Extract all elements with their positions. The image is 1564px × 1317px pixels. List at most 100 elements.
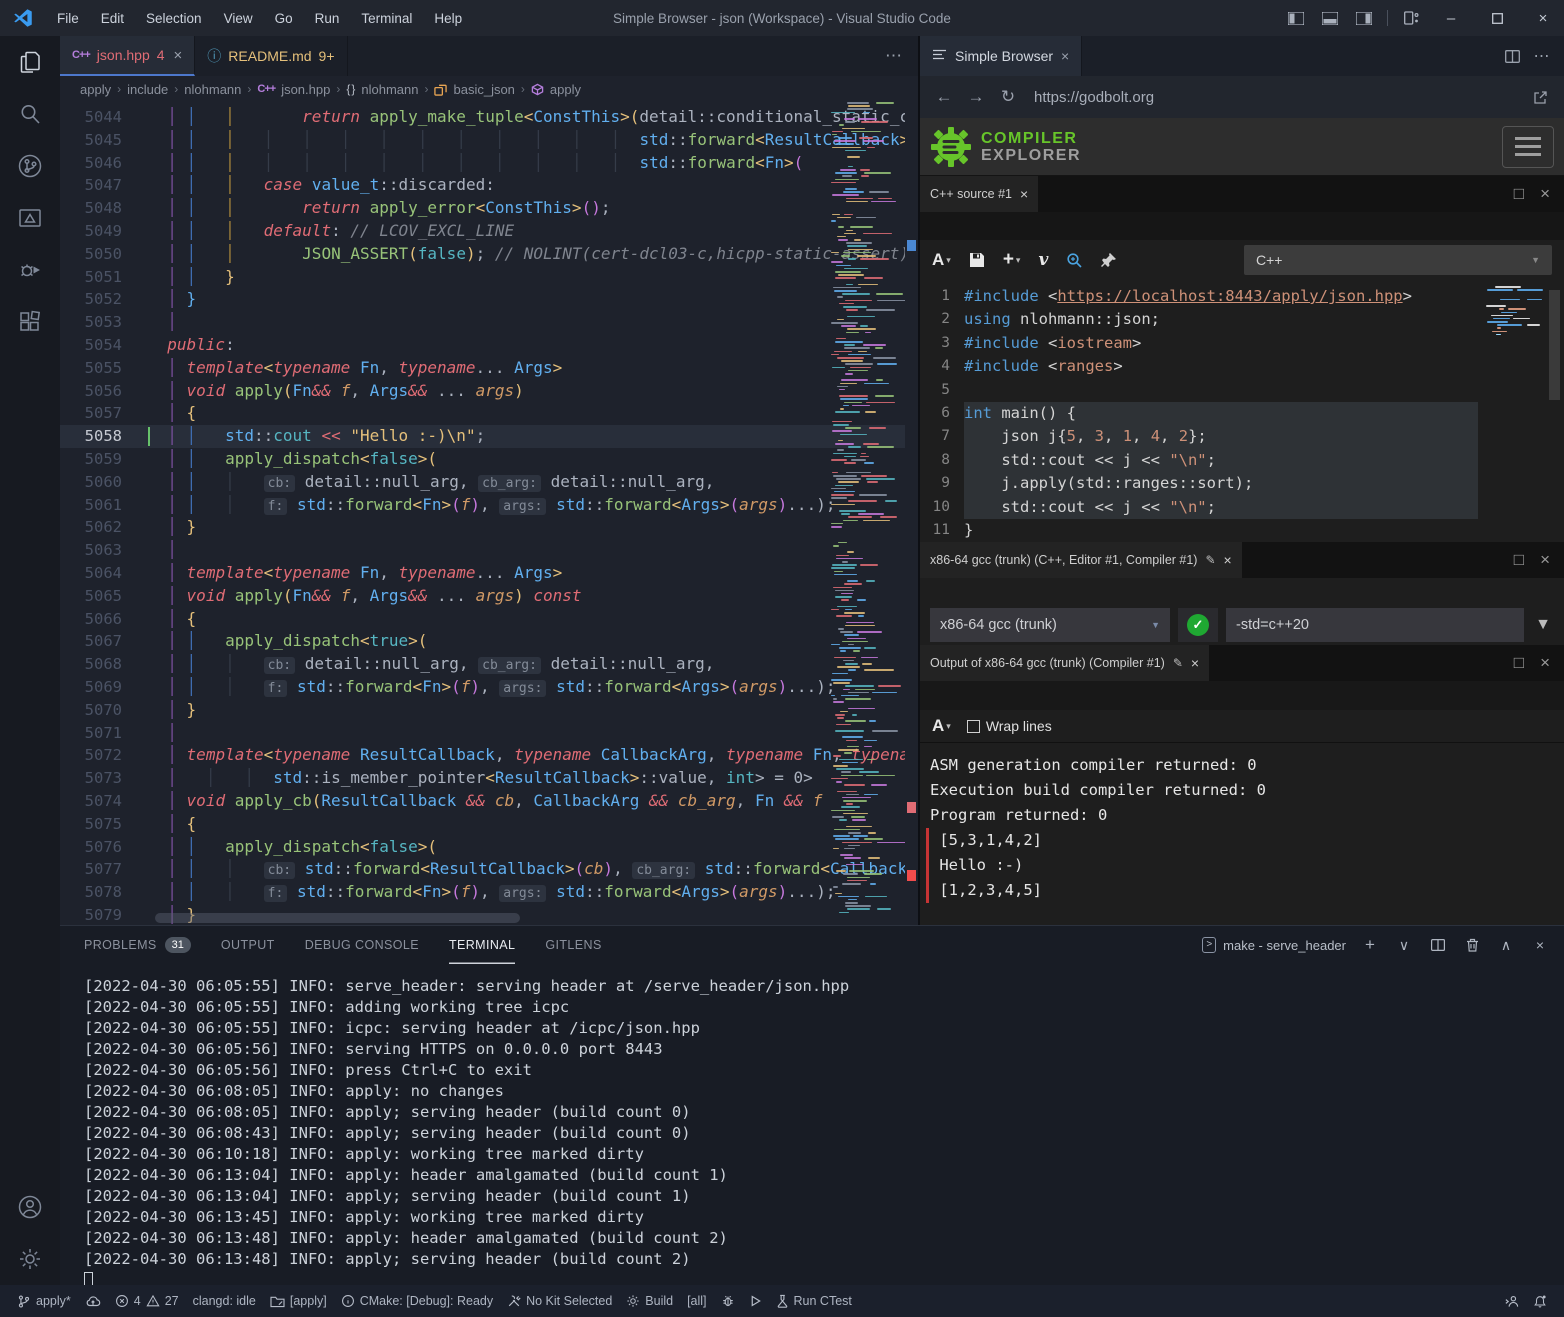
godbolt-code-line[interactable]: 4#include <ranges> (920, 355, 1564, 378)
code-line[interactable]: 5074 │ void apply_cb(ResultCallback && c… (60, 790, 918, 813)
code-line[interactable]: 5063 │ (60, 539, 918, 562)
code-line[interactable]: 5075 │ { (60, 813, 918, 836)
code-line[interactable]: 5057 │ { (60, 402, 918, 425)
godbolt-code-line[interactable]: 7 json j{5, 3, 1, 4, 2}; (920, 425, 1564, 448)
status-item-project[interactable]: [apply] (263, 1285, 334, 1317)
godbolt-code-line[interactable]: 9 j.apply(std::ranges::sort); (920, 472, 1564, 495)
godbolt-editor[interactable]: 1#include <https://localhost:8443/apply/… (920, 280, 1564, 542)
maximize-pane-icon[interactable]: □ (1514, 184, 1524, 204)
customize-layout-icon[interactable] (1396, 4, 1426, 32)
compiler-tab[interactable]: x86-64 gcc (trunk) (C++, Editor #1, Comp… (920, 542, 1242, 578)
font-size-icon[interactable]: A▾ (932, 716, 951, 736)
close-icon[interactable]: × (1224, 552, 1232, 568)
tab-debug-console[interactable]: DEBUG CONSOLE (305, 926, 419, 964)
godbolt-code-line[interactable]: 1#include <https://localhost:8443/apply/… (920, 285, 1564, 308)
toggle-sidebar-icon[interactable] (1281, 4, 1311, 32)
compiler-options-input[interactable]: -std=c++20 (1226, 608, 1524, 642)
close-panel-icon[interactable]: × (1530, 937, 1550, 953)
status-item-problems[interactable]: 427 (108, 1285, 186, 1317)
code-line[interactable]: 5046 │ │ │ │ │ │ │ │ │ │ │ │ │ std::forw… (60, 152, 918, 175)
godbolt-code-line[interactable]: 8 std::cout << j << "\n"; (920, 449, 1564, 472)
code-line[interactable]: 5056 │ void apply(Fn&& f, Args&& ... arg… (60, 380, 918, 403)
options-dropdown-icon[interactable]: ▼ (1532, 608, 1554, 642)
status-item-debug-target[interactable] (714, 1285, 742, 1317)
close-tab-icon[interactable]: × (1061, 48, 1069, 64)
status-item-target[interactable]: [all] (680, 1285, 713, 1317)
menu-help[interactable]: Help (423, 11, 473, 26)
status-item-kit[interactable]: No Kit Selected (500, 1285, 619, 1317)
status-item-cmake-status[interactable]: CMake: [Debug]: Ready (334, 1285, 500, 1317)
menu-go[interactable]: Go (264, 11, 304, 26)
status-item-remote[interactable] (1497, 1294, 1526, 1309)
output-tab[interactable]: Output of x86-64 gcc (trunk) (Compiler #… (920, 645, 1209, 681)
status-item-clangd[interactable]: clangd: idle (186, 1285, 263, 1317)
rename-icon[interactable]: ✎ (1173, 656, 1183, 670)
code-line[interactable]: 5045 │ │ │ │ │ │ │ │ │ │ │ │ │ std::forw… (60, 129, 918, 152)
code-editor[interactable]: 5044 │ │ │ return apply_make_tuple<Const… (60, 102, 918, 925)
pin-icon[interactable] (1101, 252, 1117, 268)
code-line[interactable]: 5072 │ template<typename ResultCallback,… (60, 744, 918, 767)
code-line[interactable]: 5067 │ │ apply_dispatch<true>( (60, 630, 918, 653)
menu-view[interactable]: View (213, 11, 264, 26)
url-field[interactable]: https://godbolt.org (1026, 89, 1522, 106)
code-line[interactable]: 5058 │ │ std::cout << "Hello :-)\n"; (60, 425, 918, 448)
tab-json-hpp[interactable]: C++ json.hpp 4 × (60, 36, 195, 76)
code-line[interactable]: 5055 │ template<typename Fn, typename...… (60, 357, 918, 380)
status-item-build[interactable]: Build (619, 1285, 680, 1317)
wrap-lines-checkbox[interactable]: Wrap lines (967, 718, 1052, 734)
code-line[interactable]: 5054 public: (60, 334, 918, 357)
code-line[interactable]: 5069 │ │ │ f: std::forward<Fn>(f), args:… (60, 676, 918, 699)
more-actions-icon[interactable]: ⋯ (1528, 43, 1556, 69)
compiler-explorer-logo[interactable]: COMPILEREXPLORER (930, 126, 1081, 168)
save-icon[interactable] (969, 252, 985, 268)
status-item-ctest[interactable]: Run CTest (769, 1285, 859, 1317)
maximize-button[interactable] (1476, 0, 1518, 36)
code-line[interactable]: 5064 │ template<typename Fn, typename...… (60, 562, 918, 585)
code-line[interactable]: 5076 │ │ apply_dispatch<false>( (60, 836, 918, 859)
maximize-panel-icon[interactable]: ∧ (1496, 937, 1516, 954)
source-control-icon[interactable] (0, 140, 60, 192)
close-icon[interactable]: × (1020, 186, 1028, 202)
status-item-publish[interactable] (78, 1285, 108, 1317)
tab-problems[interactable]: PROBLEMS31 (84, 926, 191, 964)
terminal-session[interactable]: > make - serve_header (1202, 937, 1346, 953)
forward-icon[interactable]: → (962, 84, 990, 110)
menu-terminal[interactable]: Terminal (350, 11, 423, 26)
code-line[interactable]: 5078 │ │ │ f: std::forward<Fn>(f), args:… (60, 881, 918, 904)
code-line[interactable]: 5070 │ } (60, 699, 918, 722)
code-line[interactable]: 5071 │ (60, 722, 918, 745)
code-line[interactable]: 5051 │ │ } (60, 266, 918, 289)
menu-run[interactable]: Run (304, 11, 351, 26)
rename-icon[interactable]: ✎ (1205, 553, 1215, 567)
breadcrumb-item[interactable]: json.hpp (281, 82, 330, 97)
settings-gear-icon[interactable] (0, 1233, 60, 1285)
breadcrumb-item[interactable]: nlohmann (361, 82, 418, 97)
search-icon[interactable] (0, 88, 60, 140)
code-line[interactable]: 5052 │ } (60, 288, 918, 311)
breadcrumb-item[interactable]: include (127, 82, 168, 97)
code-line[interactable]: 5050 │ │ │ JSON_ASSERT(false); // NOLINT… (60, 243, 918, 266)
open-external-icon[interactable] (1526, 84, 1554, 110)
breadcrumb-item[interactable]: apply (80, 82, 111, 97)
code-line[interactable]: 5047 │ │ │ case value_t::discarded: (60, 174, 918, 197)
toggle-panel-icon[interactable] (1315, 4, 1345, 32)
hamburger-menu-icon[interactable] (1502, 126, 1554, 168)
tab-output[interactable]: OUTPUT (221, 926, 275, 964)
menu-file[interactable]: File (46, 11, 90, 26)
code-line[interactable]: 5062 │ } (60, 516, 918, 539)
font-size-icon[interactable]: A▾ (932, 250, 951, 270)
godbolt-code-line[interactable]: 11} (920, 519, 1564, 542)
extensions-icon[interactable] (0, 296, 60, 348)
menu-selection[interactable]: Selection (135, 11, 213, 26)
close-window-button[interactable]: × (1522, 0, 1564, 36)
new-terminal-icon[interactable]: + (1360, 935, 1380, 955)
code-line[interactable]: 5048 │ │ │ return apply_error<ConstThis>… (60, 197, 918, 220)
godbolt-scrollbar[interactable] (1549, 290, 1560, 400)
godbolt-code-line[interactable]: 10 std::cout << j << "\n"; (920, 496, 1564, 519)
close-pane-icon[interactable]: × (1540, 653, 1550, 673)
godbolt-code-line[interactable]: 5 (920, 379, 1564, 402)
editor-actions-more-icon[interactable]: ⋯ (871, 46, 918, 66)
cmake-icon[interactable] (0, 192, 60, 244)
toggle-secondary-sidebar-icon[interactable] (1349, 4, 1379, 32)
menu-edit[interactable]: Edit (90, 11, 135, 26)
